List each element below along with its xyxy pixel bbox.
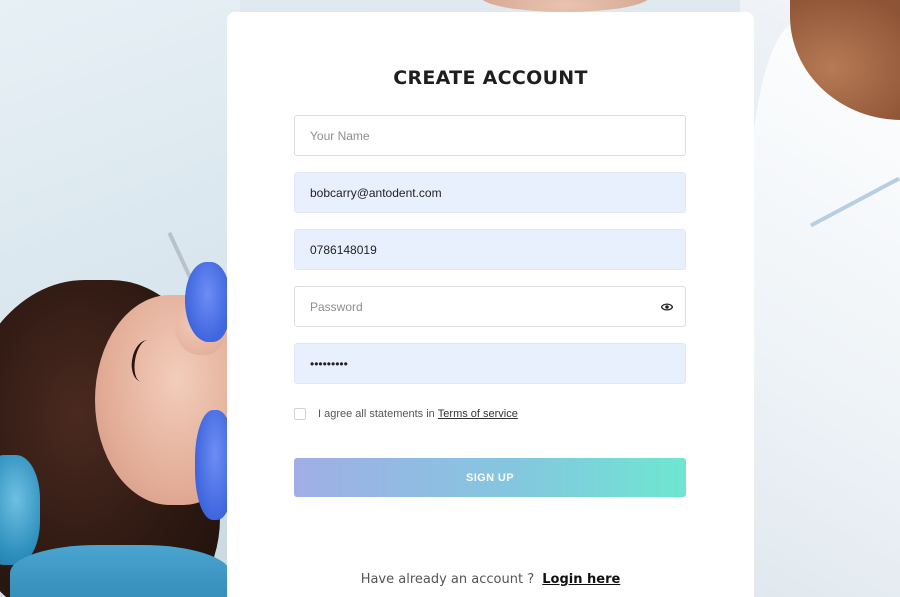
login-prompt-text: Have already an account ? (360, 572, 535, 587)
phone-input[interactable] (294, 229, 686, 270)
name-input[interactable] (294, 115, 686, 156)
page: CREATE ACCOUNT I agree all statements in… (0, 0, 900, 597)
page-title: CREATE ACCOUNT (393, 67, 588, 89)
sign-up-button[interactable]: SIGN UP (294, 458, 686, 497)
terms-text: I agree all statements in (318, 408, 435, 420)
repeat-password-input[interactable] (294, 343, 686, 384)
background-bib (10, 545, 230, 597)
password-input[interactable] (294, 286, 686, 327)
terms-agreement: I agree all statements in Terms of servi… (294, 406, 518, 422)
background-dental-chair (0, 455, 40, 565)
background-hand (480, 0, 650, 12)
terms-of-service-link[interactable]: Terms of service (438, 408, 518, 420)
terms-checkbox[interactable] (294, 408, 306, 420)
signup-card: CREATE ACCOUNT I agree all statements in… (227, 12, 754, 597)
eye-icon[interactable] (661, 302, 673, 312)
background-glove-top (185, 262, 230, 342)
login-prompt: Have already an account ? Login here (227, 572, 754, 587)
login-link[interactable]: Login here (542, 572, 620, 587)
email-input[interactable] (294, 172, 686, 213)
